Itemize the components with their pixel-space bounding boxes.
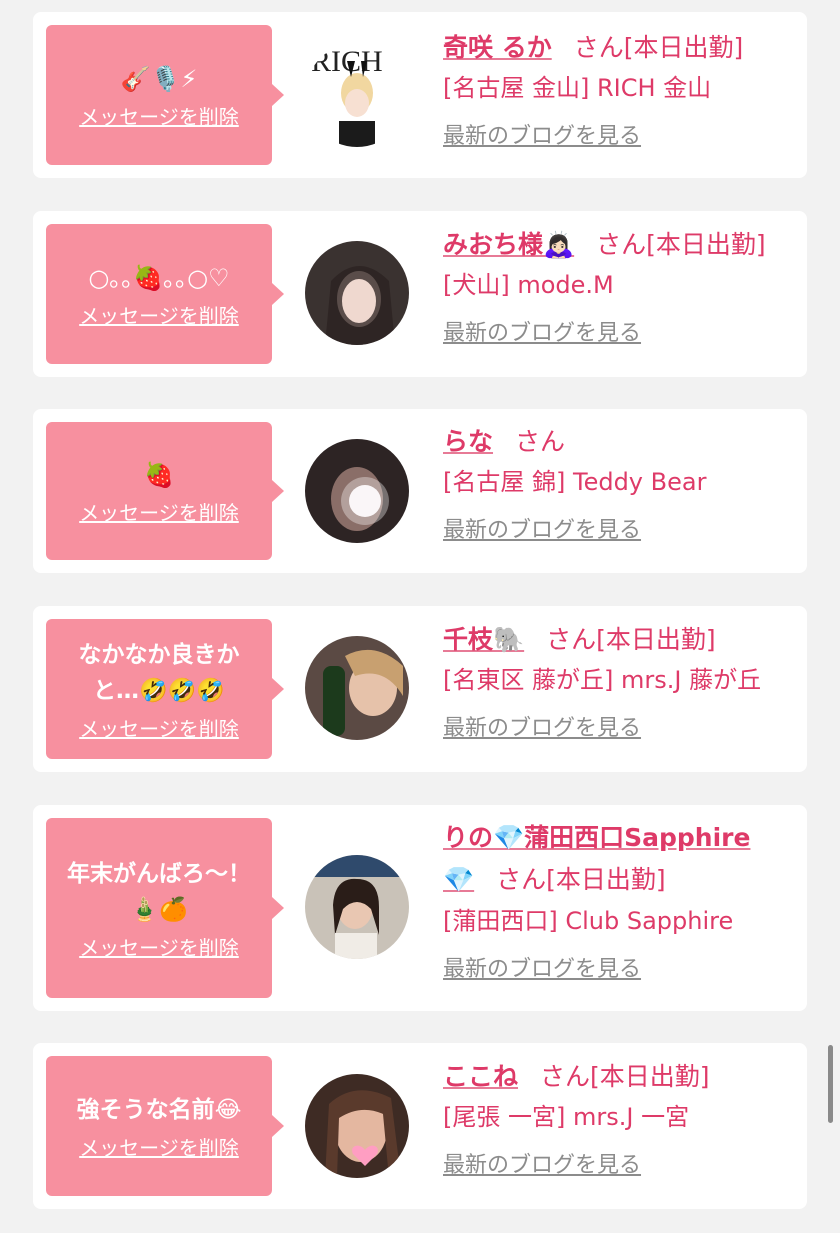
avatar-photo [305, 439, 409, 543]
blog-link[interactable]: 最新のブログを見る [443, 710, 641, 742]
message-bubble: 🍓 メッセージを削除 [46, 422, 284, 560]
delete-message-button[interactable]: メッセージを削除 [79, 932, 239, 961]
message-text: なかなか良きかと…🤣🤣🤣 [78, 641, 240, 704]
san-status: さん[本日出勤] [496, 865, 666, 894]
cast-info: ここね さん[本日出勤] [尾張 一宮] mrs.J 一宮 最新のブログを見る [443, 1057, 803, 1179]
message-card: 強そうな名前😂 メッセージを削除 ここね さん[本日出勤] [尾張 一宮] mrs… [33, 1043, 807, 1209]
avatar-photo: RICH [305, 43, 409, 147]
shop-name: [蒲田西口] Club Sapphire [443, 907, 734, 935]
delete-message-button[interactable]: メッセージを削除 [79, 497, 239, 526]
message-card: ○｡｡🍓｡｡○♡ メッセージを削除 みおち様🙇🏻‍♀️ さん[本日出勤] [犬山]… [33, 211, 807, 377]
delete-message-button[interactable]: メッセージを削除 [79, 101, 239, 130]
avatar-photo [305, 1074, 409, 1178]
shop-name: [名東区 藤が丘] mrs.J 藤が丘 [443, 666, 762, 694]
scrollbar-thumb[interactable] [828, 1045, 833, 1123]
blog-link[interactable]: 最新のブログを見る [443, 315, 641, 347]
shop-name: [尾張 一宮] mrs.J 一宮 [443, 1103, 690, 1131]
shop-name: [名古屋 錦] Teddy Bear [443, 468, 707, 496]
avatar[interactable] [305, 439, 409, 543]
message-bubble: なかなか良きかと…🤣🤣🤣 メッセージを削除 [46, 619, 284, 759]
avatar[interactable] [305, 1074, 409, 1178]
cast-info: りの💎蒲田西口Sapphire💎 さん[本日出勤] [蒲田西口] Club Sap… [443, 817, 803, 983]
cast-info: 奇咲 るか さん[本日出勤] [名古屋 金山] RICH 金山 最新のブログを見る [443, 28, 803, 150]
message-text: 強そうな名前😂 [76, 1096, 242, 1123]
message-bubble: ○｡｡🍓｡｡○♡ メッセージを削除 [46, 224, 284, 364]
san-status: さん[本日出勤] [596, 230, 766, 259]
avatar[interactable] [305, 241, 409, 345]
message-card: なかなか良きかと…🤣🤣🤣 メッセージを削除 千枝🐘 さん[本日出勤] [名東区 藤… [33, 606, 807, 772]
message-card: 🍓 メッセージを削除 らな さん [名古屋 錦] Teddy Bear 最新のブロ… [33, 409, 807, 573]
blog-link[interactable]: 最新のブログを見る [443, 951, 641, 983]
cast-name-link[interactable]: 千枝🐘 [443, 625, 524, 654]
avatar[interactable] [305, 636, 409, 740]
cast-info: みおち様🙇🏻‍♀️ さん[本日出勤] [犬山] mode.M 最新のブログを見る [443, 225, 803, 347]
delete-message-button[interactable]: メッセージを削除 [79, 300, 239, 329]
message-text: 年末がんばろ〜！🎍🍊 [67, 860, 251, 923]
blog-link[interactable]: 最新のブログを見る [443, 512, 641, 544]
svg-text:RICH: RICH [311, 45, 383, 78]
message-card: 🎸🎙️⚡ メッセージを削除 RICH 奇咲 るか さん[本日出勤] [名古屋 金山… [33, 12, 807, 178]
message-bubble: 強そうな名前😂 メッセージを削除 [46, 1056, 284, 1196]
san-status: さん [515, 427, 566, 456]
message-bubble: 年末がんばろ〜！🎍🍊 メッセージを削除 [46, 818, 284, 998]
blog-link[interactable]: 最新のブログを見る [443, 1147, 641, 1179]
cast-name-link[interactable]: 奇咲 るか [443, 33, 552, 62]
avatar-photo [305, 855, 409, 959]
delete-message-button[interactable]: メッセージを削除 [79, 1132, 239, 1161]
avatar[interactable] [305, 855, 409, 959]
message-text: 🍓 [144, 460, 174, 489]
san-status: さん[本日出勤] [573, 33, 744, 62]
san-status: さん[本日出勤] [540, 1062, 710, 1091]
cast-info: 千枝🐘 さん[本日出勤] [名東区 藤が丘] mrs.J 藤が丘 最新のブログを見… [443, 620, 803, 742]
san-status: さん[本日出勤] [546, 625, 716, 654]
cast-name-link[interactable]: みおち様🙇🏻‍♀️ [443, 230, 574, 259]
blog-link[interactable]: 最新のブログを見る [443, 118, 641, 150]
message-text: 🎸🎙️⚡ [120, 64, 198, 93]
avatar-photo [305, 241, 409, 345]
shop-name: [犬山] mode.M [443, 271, 614, 299]
avatar[interactable]: RICH [305, 43, 409, 147]
message-bubble: 🎸🎙️⚡ メッセージを削除 [46, 25, 284, 165]
cast-name-link[interactable]: ここね [443, 1062, 518, 1091]
message-card: 年末がんばろ〜！🎍🍊 メッセージを削除 りの💎蒲田西口Sapphire💎 さん[本… [33, 805, 807, 1011]
shop-name: [名古屋 金山] RICH 金山 [443, 74, 712, 102]
cast-info: らな さん [名古屋 錦] Teddy Bear 最新のブログを見る [443, 422, 803, 544]
delete-message-button[interactable]: メッセージを削除 [79, 713, 239, 742]
cast-name-link[interactable]: らな [443, 427, 493, 456]
message-text: ○｡｡🍓｡｡○♡ [88, 263, 230, 292]
avatar-photo [305, 636, 409, 740]
